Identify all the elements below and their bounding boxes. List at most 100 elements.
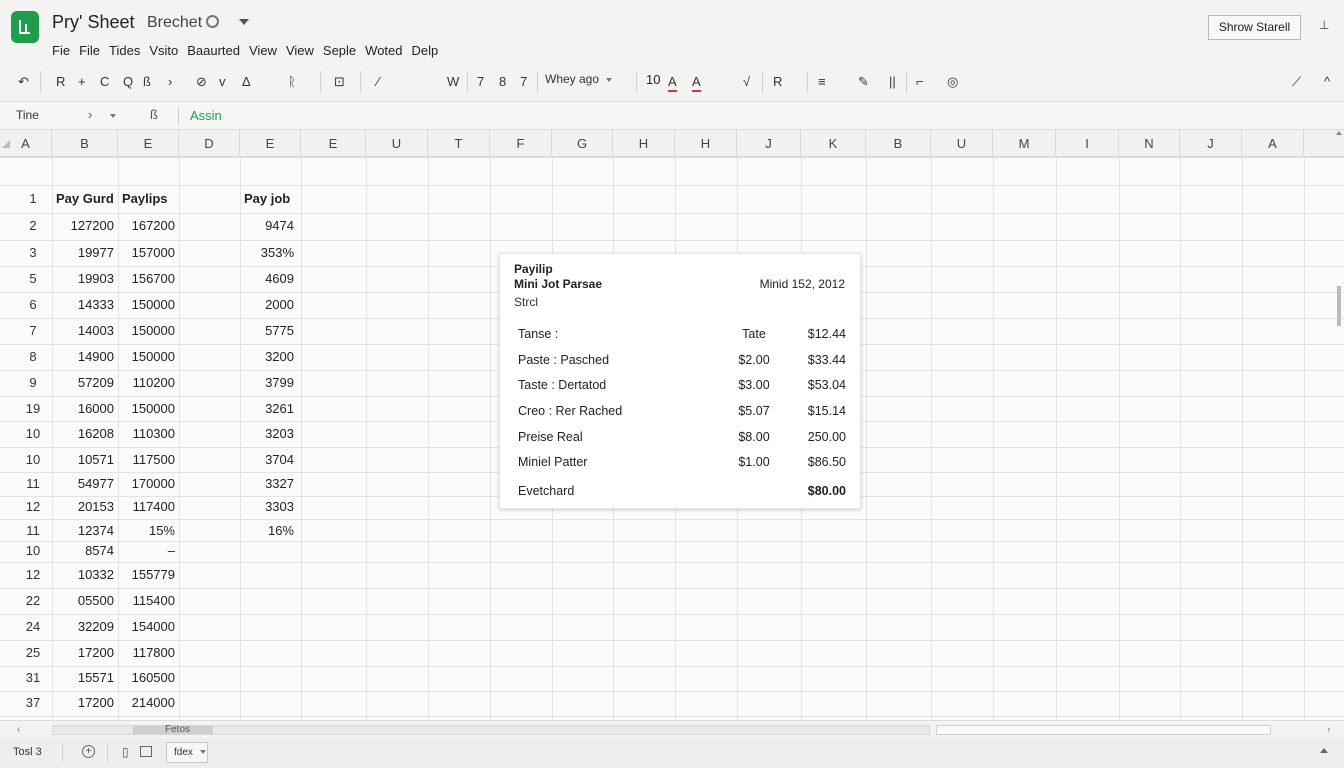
cell-value[interactable]: 150000 — [122, 401, 175, 416]
cell-value[interactable]: 154000 — [122, 619, 175, 634]
cell-value[interactable]: 3704 — [244, 452, 294, 467]
cell-value[interactable]: 16% — [244, 523, 294, 538]
payslip-card[interactable]: Payilip Mini Jot Parsae Minid 152, 2012 … — [499, 253, 861, 509]
sheet-list-icon[interactable]: ▯ — [122, 745, 129, 759]
cell-value[interactable]: 14003 — [56, 323, 114, 338]
cell-value[interactable]: 117500 — [122, 452, 175, 467]
scroll-right-icon[interactable]: › — [1327, 724, 1330, 735]
cell-value[interactable]: 17200 — [56, 695, 114, 710]
column-header[interactable]: B — [52, 130, 118, 157]
columns-icon[interactable]: || — [889, 72, 896, 92]
cell-value[interactable]: 127200 — [56, 218, 114, 233]
cell-value[interactable]: 57209 — [56, 375, 114, 390]
cell-value[interactable]: 14333 — [56, 297, 114, 312]
chevron-down-icon[interactable] — [110, 114, 116, 118]
cell-value[interactable]: 150000 — [122, 323, 175, 338]
scroll-up-icon[interactable] — [1336, 131, 1342, 135]
chevron-icon[interactable]: v — [219, 72, 226, 92]
column-header[interactable]: A — [1242, 130, 1304, 157]
check-icon[interactable]: √ — [743, 72, 750, 92]
menu-item[interactable]: Vsito — [149, 43, 178, 58]
format-8-icon[interactable]: 8 — [499, 72, 506, 92]
chevron-right-icon[interactable]: › — [88, 107, 92, 122]
cell-value[interactable]: 170000 — [122, 476, 175, 491]
menu-item[interactable]: File — [79, 43, 100, 58]
menu-item[interactable]: View — [286, 43, 314, 58]
column-header[interactable]: H — [675, 130, 737, 157]
menu-item[interactable]: Baaurted — [187, 43, 240, 58]
cell-value[interactable]: 3303 — [244, 499, 294, 514]
horizontal-scrollbar[interactable]: ‹ Fetos › — [0, 720, 1344, 738]
cell-value[interactable]: 150000 — [122, 297, 175, 312]
triangle-icon[interactable]: Δ — [242, 72, 251, 92]
cell-value[interactable]: 5775 — [244, 323, 294, 338]
pin-icon[interactable]: ⊥ — [1319, 18, 1329, 32]
edit-icon[interactable]: ∕ — [377, 72, 379, 92]
cell-value[interactable]: 117400 — [122, 499, 175, 514]
column-header[interactable]: E — [118, 130, 179, 157]
cell-value[interactable]: 3799 — [244, 375, 294, 390]
column-header[interactable]: T — [428, 130, 490, 157]
cell-value[interactable]: 3200 — [244, 349, 294, 364]
column-header[interactable]: F — [490, 130, 552, 157]
cell-value[interactable]: 05500 — [56, 593, 114, 608]
share-button[interactable]: Shrow Starell — [1208, 15, 1301, 40]
column-header[interactable]: U — [366, 130, 428, 157]
column-header[interactable]: I — [1056, 130, 1119, 157]
scroll-left-icon[interactable]: ‹ — [17, 724, 20, 735]
search-icon[interactable]: Q — [123, 72, 133, 92]
column-header[interactable]: K — [801, 130, 866, 157]
cell-value[interactable]: Pay Gurd — [56, 191, 114, 206]
cell-value[interactable]: 353% — [244, 245, 294, 260]
column-header[interactable]: H — [613, 130, 675, 157]
cell-value[interactable]: 20153 — [56, 499, 114, 514]
sum-icon[interactable]: ᚱ — [288, 72, 296, 92]
cell-value[interactable]: 4609 — [244, 271, 294, 286]
cell-value[interactable]: 8574 — [56, 543, 114, 558]
menu-item[interactable]: Woted — [365, 43, 402, 58]
comment-icon[interactable]: ⊡ — [334, 72, 345, 92]
undo-icon[interactable]: ↶ — [18, 72, 29, 92]
column-header[interactable]: B — [866, 130, 931, 157]
settings-icon[interactable] — [206, 15, 219, 28]
function-icon[interactable]: ß — [150, 107, 158, 122]
cell-value[interactable]: 3261 — [244, 401, 294, 416]
add-icon[interactable]: + — [78, 72, 86, 92]
cell-value[interactable]: 167200 — [122, 218, 175, 233]
column-header[interactable]: J — [737, 130, 801, 157]
chart-icon[interactable]: ⌐ — [916, 72, 924, 92]
app-logo-icon[interactable] — [11, 11, 39, 43]
cell-value[interactable]: 3203 — [244, 426, 294, 441]
font-size-input[interactable]: 10 — [646, 72, 660, 87]
menu-item[interactable]: Delp — [412, 43, 439, 58]
column-header[interactable]: E — [240, 130, 301, 157]
cell-value[interactable]: 10571 — [56, 452, 114, 467]
sheet-tab[interactable]: fdex — [166, 742, 208, 763]
cell-value[interactable]: Pay job — [244, 191, 290, 206]
add-sheet-icon[interactable]: + — [82, 745, 95, 758]
cell-value[interactable]: 156700 — [122, 271, 175, 286]
font-color-icon[interactable]: A — [668, 72, 677, 92]
cell-value[interactable]: 19977 — [56, 245, 114, 260]
column-header[interactable]: J — [1180, 130, 1242, 157]
menu-item[interactable]: Tides — [109, 43, 140, 58]
menu-item[interactable]: Fie — [52, 43, 70, 58]
column-header[interactable]: E — [301, 130, 366, 157]
menu-item[interactable]: View — [249, 43, 277, 58]
scroll-track-right[interactable] — [936, 725, 1271, 735]
column-header[interactable]: M — [993, 130, 1056, 157]
link-icon[interactable]: ⊘ — [196, 72, 207, 92]
format-7-icon[interactable]: 7 — [477, 72, 484, 92]
cell-value[interactable]: 3327 — [244, 476, 294, 491]
cell-value[interactable]: 150000 — [122, 349, 175, 364]
name-box[interactable]: Tine — [16, 108, 39, 122]
document-title[interactable]: Pry' Sheet — [52, 12, 134, 33]
column-header[interactable]: D — [179, 130, 240, 157]
cell-value[interactable]: 117800 — [122, 645, 175, 660]
column-header[interactable]: N — [1119, 130, 1180, 157]
cell-value[interactable]: 15571 — [56, 670, 114, 685]
cell-value[interactable]: Paylips — [122, 191, 168, 206]
check-small-icon[interactable]: ⟋ — [1292, 72, 1301, 92]
cell-value[interactable]: 19903 — [56, 271, 114, 286]
cell-value[interactable]: 54977 — [56, 476, 114, 491]
